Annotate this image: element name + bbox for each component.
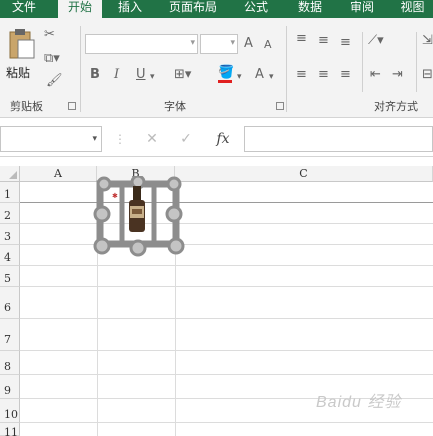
borders-icon[interactable]: ⊞▾ xyxy=(174,68,191,82)
tab-insert[interactable]: 插入 xyxy=(108,0,152,18)
gridline xyxy=(20,265,433,266)
format-painter-icon[interactable]: 🖌 xyxy=(46,74,63,88)
gridline xyxy=(20,374,433,375)
clipboard-group-label: 剪贴板 xyxy=(10,100,43,113)
wrap-text-icon[interactable]: ⇲ xyxy=(422,34,433,48)
row-header-8[interactable]: 8 xyxy=(0,351,20,375)
row-header-4[interactable]: 4 xyxy=(0,245,20,266)
font-launcher-icon[interactable] xyxy=(276,102,284,110)
orientation-icon[interactable]: ⟋▾ xyxy=(368,34,384,48)
row-header-1[interactable]: 1 xyxy=(0,182,20,203)
clipboard-launcher-icon[interactable] xyxy=(68,102,76,110)
underline-button[interactable]: U xyxy=(136,68,146,82)
insert-function-button[interactable]: fx xyxy=(206,126,240,152)
tab-data[interactable]: 数据 xyxy=(288,0,332,18)
paste-button[interactable]: 粘贴 xyxy=(4,28,38,84)
row-header-2[interactable]: 2 xyxy=(0,203,20,224)
font-name-combo[interactable]: ▾ xyxy=(85,34,198,54)
fill-color-swatch xyxy=(218,80,232,83)
gridline xyxy=(20,223,433,224)
column-header-c[interactable]: C xyxy=(175,166,433,182)
fill-dropdown-icon[interactable]: ▾ xyxy=(237,70,242,84)
column-header-a[interactable]: A xyxy=(20,166,97,182)
decrease-indent-icon[interactable]: ⇤ xyxy=(370,68,381,82)
gridline xyxy=(20,244,433,245)
row-header-3[interactable]: 3 xyxy=(0,224,20,245)
grow-font-icon[interactable]: A xyxy=(244,37,253,51)
row-header-11[interactable]: 11 xyxy=(0,423,20,436)
formula-bar-grip-icon: ⋮ xyxy=(114,132,126,146)
tab-view[interactable]: 视图 xyxy=(392,0,433,18)
formula-bar: ▾ ⋮ ✕ ✓ fx xyxy=(0,119,433,157)
tab-formulas[interactable]: 公式 xyxy=(234,0,278,18)
row-header-9[interactable]: 9 xyxy=(0,375,20,399)
align-bottom-icon[interactable]: ≡ xyxy=(340,36,351,50)
formula-input[interactable] xyxy=(244,126,433,152)
tab-file[interactable]: 文件 xyxy=(0,0,48,18)
group-divider xyxy=(286,26,287,112)
baidu-watermark: Baidu 经验 xyxy=(316,394,402,411)
gridline xyxy=(20,350,433,351)
font-color-button[interactable]: A xyxy=(255,68,264,82)
merge-center-icon[interactable]: ⊟ xyxy=(422,68,433,82)
copy-icon[interactable]: ⧉▾ xyxy=(44,52,60,66)
gridline xyxy=(20,318,433,319)
chevron-down-icon[interactable]: ▾ xyxy=(92,134,97,144)
tab-page-layout[interactable]: 页面布局 xyxy=(160,0,226,18)
alignment-group-label: 对齐方式 xyxy=(374,100,418,113)
ribbon-tab-bar: 文件 开始 插入 页面布局 公式 数据 审阅 视图 xyxy=(0,0,433,18)
align-middle-icon[interactable]: ≡ xyxy=(318,34,329,48)
tab-home[interactable]: 开始 xyxy=(58,0,102,18)
fill-color-icon[interactable]: 🪣 xyxy=(218,66,234,80)
row-header-10[interactable]: 10 xyxy=(0,399,20,423)
selection-row-line xyxy=(20,202,433,203)
font-group-label: 字体 xyxy=(164,100,186,113)
svg-text:✱: ✱ xyxy=(112,192,118,200)
cancel-button[interactable]: ✕ xyxy=(138,126,166,152)
enter-button[interactable]: ✓ xyxy=(172,126,200,152)
paste-label: 粘贴 xyxy=(6,66,31,80)
row-header-6[interactable]: 6 xyxy=(0,287,20,319)
font-size-combo[interactable]: ▾ xyxy=(200,34,238,54)
row-header-5[interactable]: 5 xyxy=(0,266,20,287)
group-divider xyxy=(362,32,363,92)
inserted-picture[interactable]: ✱ xyxy=(92,176,188,260)
chevron-down-icon: ▾ xyxy=(230,38,235,48)
font-color-dropdown-icon[interactable]: ▾ xyxy=(269,70,274,84)
underline-dropdown-icon[interactable]: ▾ xyxy=(150,70,155,84)
group-divider xyxy=(416,32,417,92)
gridline xyxy=(20,286,433,287)
align-top-icon[interactable]: ≡ xyxy=(296,32,307,46)
group-divider xyxy=(80,26,81,112)
align-left-icon[interactable]: ≡ xyxy=(296,68,307,82)
align-right-icon[interactable]: ≡ xyxy=(340,68,351,82)
ribbon: 粘贴 ✂ ⧉▾ 🖌 剪贴板 ▾ ▾ A A B I U ▾ ⊞▾ 🪣 ▾ A ▾… xyxy=(0,18,433,118)
row-header-7[interactable]: 7 xyxy=(0,319,20,351)
cut-icon[interactable]: ✂ xyxy=(44,28,55,42)
align-center-icon[interactable]: ≡ xyxy=(318,68,329,82)
shrink-font-icon[interactable]: A xyxy=(264,38,272,52)
increase-indent-icon[interactable]: ⇥ xyxy=(392,68,403,82)
bold-button[interactable]: B xyxy=(90,68,100,82)
select-all-button[interactable] xyxy=(0,166,20,182)
clipboard-icon xyxy=(9,29,35,59)
gridline xyxy=(20,422,433,423)
tab-review[interactable]: 审阅 xyxy=(340,0,384,18)
chevron-down-icon: ▾ xyxy=(190,38,195,48)
name-box[interactable]: ▾ xyxy=(0,126,102,152)
italic-button[interactable]: I xyxy=(114,68,119,82)
